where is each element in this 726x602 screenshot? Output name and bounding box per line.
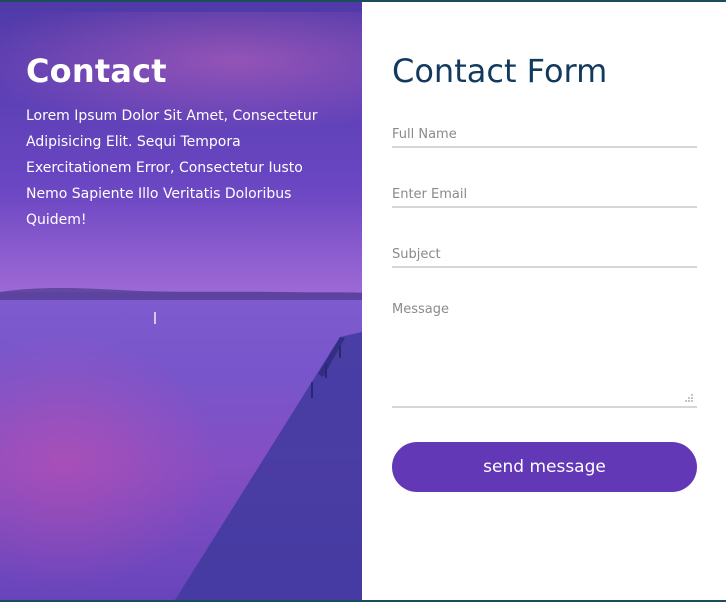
contact-form-panel: Contact Form send message bbox=[362, 2, 726, 600]
resize-grip-icon[interactable] bbox=[684, 393, 694, 403]
email-input[interactable] bbox=[392, 182, 697, 208]
form-title: Contact Form bbox=[392, 52, 608, 90]
subject-input[interactable] bbox=[392, 242, 697, 268]
contact-info-panel: Contact Lorem Ipsum Dolor Sit Amet, Cons… bbox=[0, 2, 362, 600]
message-textarea[interactable] bbox=[392, 302, 697, 408]
full-name-input[interactable] bbox=[392, 122, 697, 148]
contact-title: Contact bbox=[26, 52, 167, 90]
send-message-button[interactable]: send message bbox=[392, 442, 697, 492]
contact-description: Lorem Ipsum Dolor Sit Amet, Consectetur … bbox=[26, 108, 318, 228]
pier-image bbox=[154, 312, 362, 600]
